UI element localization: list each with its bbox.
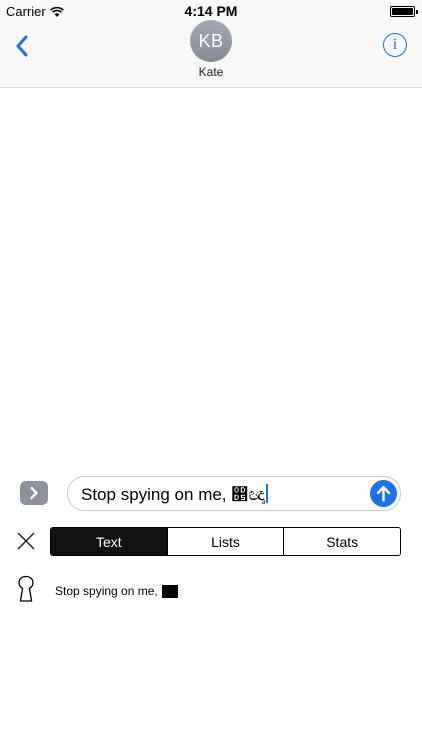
avatar[interactable]: KB <box>190 20 232 62</box>
info-circle-icon: i <box>392 36 398 53</box>
redacted-block <box>161 584 178 598</box>
mode-segmented-control: Text Lists Stats <box>50 527 401 556</box>
arrow-up-icon <box>376 486 391 502</box>
status-time: 4:14 PM <box>184 3 238 19</box>
battery-fill <box>392 8 413 15</box>
back-button[interactable] <box>8 30 36 62</box>
chevron-left-icon <box>16 35 28 57</box>
avatar-initials: KB <box>198 30 224 51</box>
keyhole-icon <box>17 575 35 603</box>
tab-lists[interactable]: Lists <box>166 528 284 555</box>
preview-text: Stop spying on me, <box>55 584 158 598</box>
close-button[interactable] <box>15 530 37 552</box>
close-icon <box>17 532 35 550</box>
chevron-right-icon <box>30 486 38 500</box>
battery-icon <box>390 6 418 17</box>
text-caret <box>265 484 268 503</box>
send-button[interactable] <box>370 480 397 507</box>
message-input[interactable]: Stop spying on me, ෕ඥෘ <box>67 476 401 511</box>
message-text: Stop spying on me, ෕ඥෘ <box>81 485 265 504</box>
status-bar: Carrier 4:14 PM <box>0 0 422 22</box>
contact-name: Kate <box>198 65 224 79</box>
info-button[interactable]: i <box>383 33 407 57</box>
preview-row: Stop spying on me, <box>55 584 178 598</box>
tab-stats[interactable]: Stats <box>283 528 400 555</box>
expand-button[interactable] <box>20 481 48 505</box>
tab-text[interactable]: Text <box>51 528 167 555</box>
